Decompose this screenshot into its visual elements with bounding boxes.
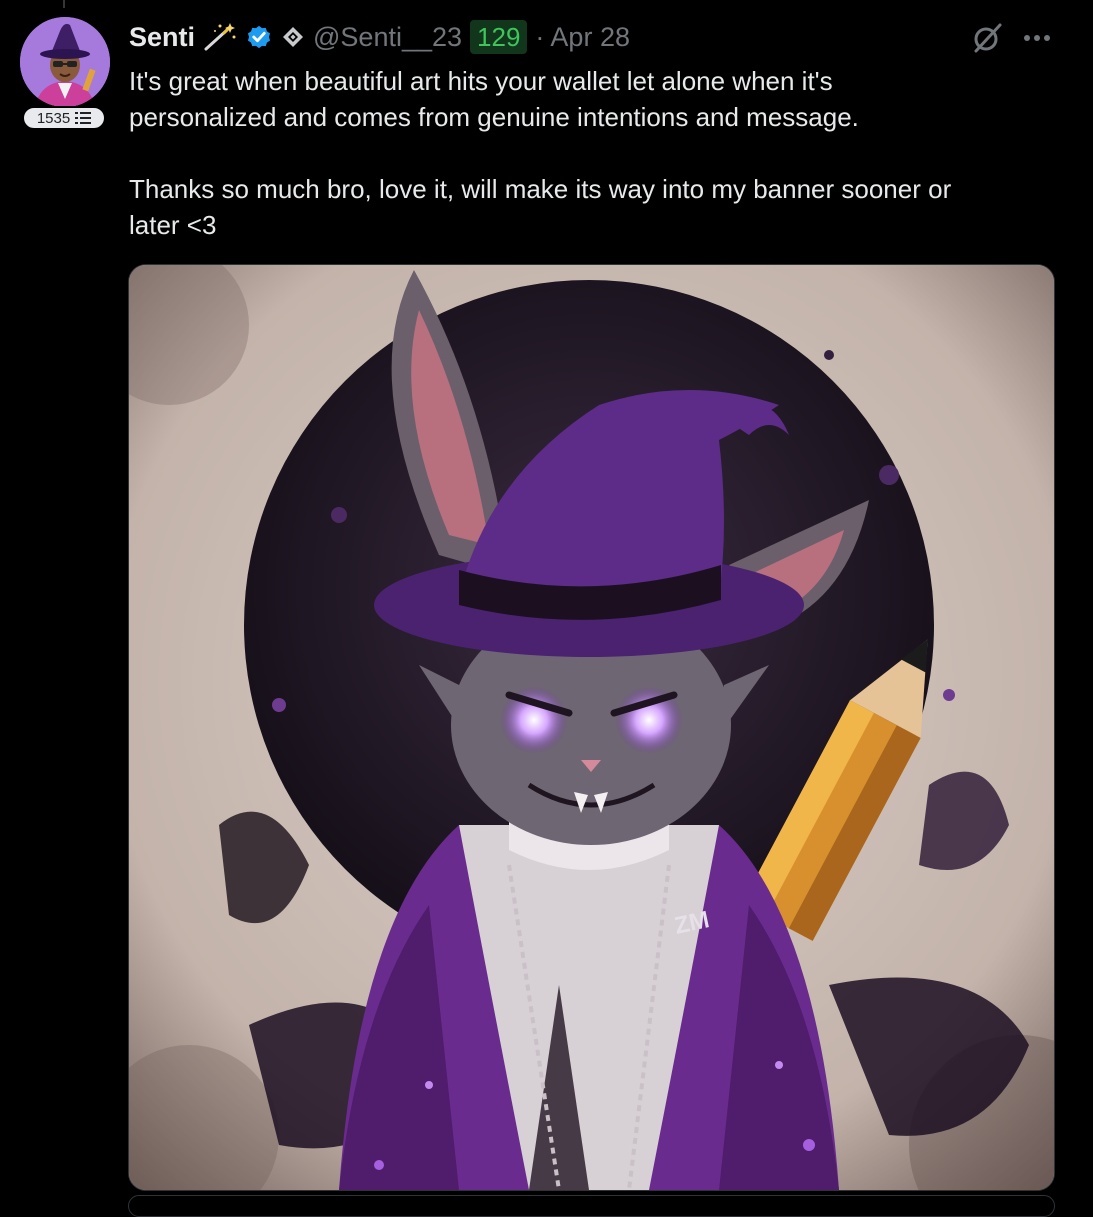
next-card-edge — [128, 1195, 1055, 1217]
diamond-affiliate-icon — [283, 27, 304, 47]
tweet-header: Senti @Senti__23 129 · Apr 28 — [129, 19, 630, 55]
post-date[interactable]: Apr 28 — [550, 22, 630, 53]
avatar[interactable] — [20, 17, 110, 107]
tweet-text: It's great when beautiful art hits your … — [129, 66, 952, 240]
wizard-avatar-icon — [20, 17, 110, 107]
level-list-icon — [75, 112, 92, 124]
wizard-bunny-artwork-image: ZM — [129, 265, 1054, 1190]
more-icon[interactable] — [1022, 33, 1052, 43]
level-badge[interactable]: 1535 — [22, 106, 106, 130]
tweet-media-image[interactable]: ZM — [128, 264, 1055, 1191]
thread-line — [63, 0, 65, 8]
verified-badge-icon — [247, 25, 271, 49]
level-badge-count: 1535 — [36, 109, 71, 127]
author-handle[interactable]: @Senti__23 — [313, 22, 462, 53]
tweet[interactable]: 1535 Senti @Senti__23 129 · Apr 28 It's … — [0, 0, 1093, 1217]
magic-wand-icon — [204, 23, 236, 51]
date-separator: · — [535, 21, 545, 52]
grok-icon[interactable] — [971, 22, 1003, 54]
author-display-name[interactable]: Senti — [129, 22, 195, 53]
count-badge: 129 — [470, 20, 528, 54]
